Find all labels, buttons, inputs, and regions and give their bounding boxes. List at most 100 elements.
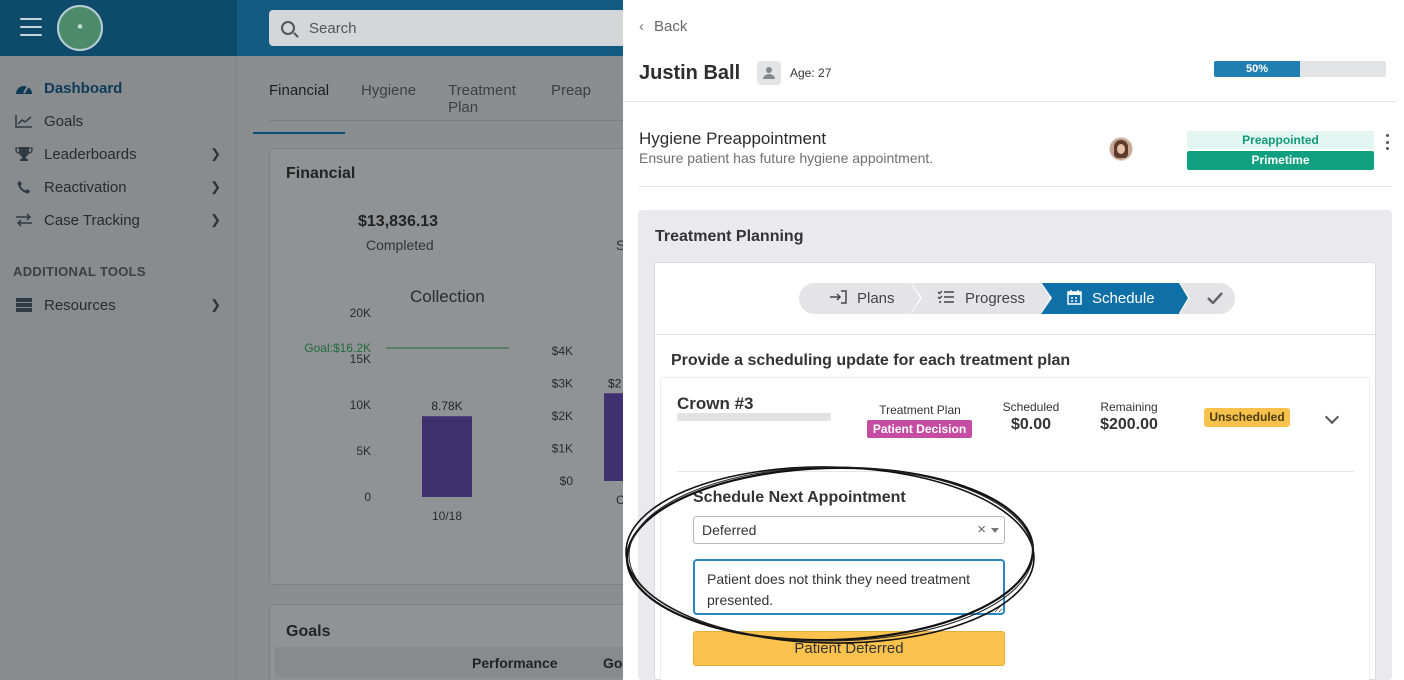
search-placeholder: Search — [309, 19, 357, 37]
tabs-divider — [269, 120, 623, 121]
task-divider — [639, 186, 1392, 187]
chevron-down-icon[interactable] — [1324, 409, 1340, 425]
sidebar-item-dashboard[interactable]: Dashboard — [0, 73, 237, 103]
header-divider — [623, 101, 1396, 102]
completed-value: $13,836.13 — [358, 213, 439, 230]
y-tick-label: $1K — [552, 442, 573, 456]
dashboard-main: Financial Hygiene Treatment Plan Preap F… — [237, 56, 630, 680]
checkmark-icon — [1207, 291, 1223, 307]
step-label: Progress — [965, 290, 1026, 307]
chevron-right-icon: ❯ — [210, 297, 221, 312]
treatment-planning-title: Treatment Planning — [655, 228, 804, 245]
treatment-planning-card: Plans Progress Schedule Provide a schedu… — [654, 262, 1376, 680]
sidebar-item-label: Resources — [44, 296, 116, 314]
progress-fill: 50% — [1214, 61, 1300, 77]
back-label: Back — [654, 18, 688, 35]
step-label: Schedule — [1092, 290, 1155, 307]
y-tick-label: $3K — [552, 377, 573, 391]
task-subtitle: Ensure patient has future hygiene appoin… — [639, 150, 934, 166]
sidebar-item-label: Leaderboards — [44, 145, 137, 163]
sidebar-item-goals[interactable]: Goals — [0, 106, 237, 136]
back-link[interactable]: ‹ Back — [639, 18, 687, 35]
chevron-right-icon: ❯ — [210, 146, 221, 161]
bar — [422, 416, 472, 497]
sidebar-item-label: Case Tracking — [44, 211, 140, 229]
dashboard-gauge-icon — [14, 80, 34, 96]
person-icon — [757, 61, 781, 85]
status-badge-preappointed: Preappointed — [1187, 131, 1374, 149]
patient-name: Justin Ball — [639, 62, 741, 84]
step-label: Plans — [857, 290, 895, 307]
sidebar-item-case-tracking[interactable]: Case Tracking ❯ — [0, 205, 237, 235]
collection-chart: 05K10K15K20KGoal:$16.2K8.78K10/18$0$1K$2… — [304, 307, 630, 523]
hamburger-menu-icon[interactable] — [20, 18, 42, 36]
sidebar-section-title: ADDITIONAL TOOLS — [13, 264, 146, 279]
deferral-notes-textarea[interactable]: Patient does not think they need treatme… — [693, 559, 1005, 615]
sidebar: Dashboard Goals Leaderboards ❯ Reactivat… — [0, 56, 237, 680]
y-tick-label: 0 — [364, 490, 371, 504]
sign-in-icon — [829, 290, 847, 307]
collection-chart-title: Collection — [410, 287, 485, 306]
financial-card: Financial $13,836.13 Completed S Collect… — [269, 148, 630, 585]
plan-card-divider — [677, 471, 1354, 472]
plan-name: Crown #3 — [677, 394, 754, 413]
sidebar-item-label: Goals — [44, 112, 84, 130]
practice-logo: ✱ — [57, 5, 103, 51]
workflow-steps: Plans Progress Schedule — [799, 282, 1235, 314]
scheduled-value: $0.00 — [1010, 416, 1052, 433]
y-tick-label: 5K — [356, 444, 371, 458]
sidebar-item-reactivation[interactable]: Reactivation ❯ — [0, 172, 237, 202]
tab-hygiene[interactable]: Hygiene — [361, 82, 416, 134]
sidebar-item-leaderboards[interactable]: Leaderboards ❯ — [0, 139, 237, 169]
step-schedule[interactable]: Schedule — [1041, 282, 1190, 314]
clear-selection-icon[interactable]: × — [977, 517, 986, 543]
dashboard-tabs: Financial Hygiene Treatment Plan Preap — [253, 82, 623, 134]
tab-preappointment[interactable]: Preap — [551, 82, 591, 134]
tab-financial[interactable]: Financial — [253, 82, 346, 134]
sidebar-item-resources[interactable]: Resources ❯ — [0, 290, 237, 320]
y-tick-label: 20K — [350, 307, 371, 320]
goals-card-title: Goals — [286, 623, 331, 640]
task-title: Hygiene Preappointment — [639, 129, 827, 148]
data-label: 8.78K — [431, 399, 462, 413]
treatment-plan-label: Treatment Plan — [879, 403, 961, 417]
step-progress[interactable]: Progress — [911, 282, 1052, 314]
y-tick-label: $0 — [560, 474, 574, 488]
patient-age: Age: 27 — [790, 66, 832, 80]
plan-progress-bar — [677, 413, 831, 421]
step-plans[interactable]: Plans — [799, 282, 922, 314]
task-progress-bar: 50% — [1214, 61, 1386, 77]
tab-treatment-plan[interactable]: Treatment Plan — [448, 82, 519, 134]
goals-table-header: Performance Go — [275, 647, 630, 677]
unscheduled-badge: Unscheduled — [1204, 408, 1290, 427]
scheduled-label: Scheduled — [1002, 400, 1060, 414]
checklist-icon — [937, 290, 955, 307]
patient-decision-badge: Patient Decision — [867, 420, 972, 438]
select-value: Deferred — [702, 522, 757, 538]
arrows-exchange-icon — [14, 212, 34, 228]
phone-icon — [14, 179, 34, 195]
assignee-avatar[interactable] — [1109, 137, 1133, 161]
goals-col-performance: Performance — [472, 655, 558, 671]
y-tick-label: $4K — [552, 344, 573, 358]
patient-deferred-button[interactable]: Patient Deferred — [693, 631, 1005, 666]
remaining-label: Remaining — [1100, 400, 1158, 414]
x-tick-label: 10/18 — [432, 509, 462, 523]
more-options-icon[interactable] — [1383, 134, 1391, 150]
sidebar-header: ✱ — [0, 0, 237, 56]
schedule-status-select[interactable]: Deferred × — [693, 516, 1005, 544]
chevron-left-icon: ‹ — [639, 18, 644, 35]
status-badge-primetime: Primetime — [1187, 151, 1374, 170]
patient-panel: ‹ Back Justin Ball Age: 27 50% Hygiene P… — [623, 0, 1404, 680]
financial-card-title: Financial — [286, 165, 356, 182]
schedule-next-appointment-title: Schedule Next Appointment — [693, 489, 906, 506]
data-label: $2 — [608, 376, 622, 390]
sidebar-item-label: Dashboard — [44, 79, 123, 97]
line-chart-icon — [14, 113, 34, 129]
dropdown-caret-icon[interactable] — [991, 528, 999, 533]
steps-divider — [655, 334, 1375, 335]
completed-label: Completed — [366, 237, 434, 253]
y-tick-label: 10K — [350, 398, 371, 412]
goal-label: Goal:$16.2K — [304, 341, 371, 355]
treatment-planning-section: Treatment Planning Plans Progress Schedu… — [638, 210, 1392, 680]
